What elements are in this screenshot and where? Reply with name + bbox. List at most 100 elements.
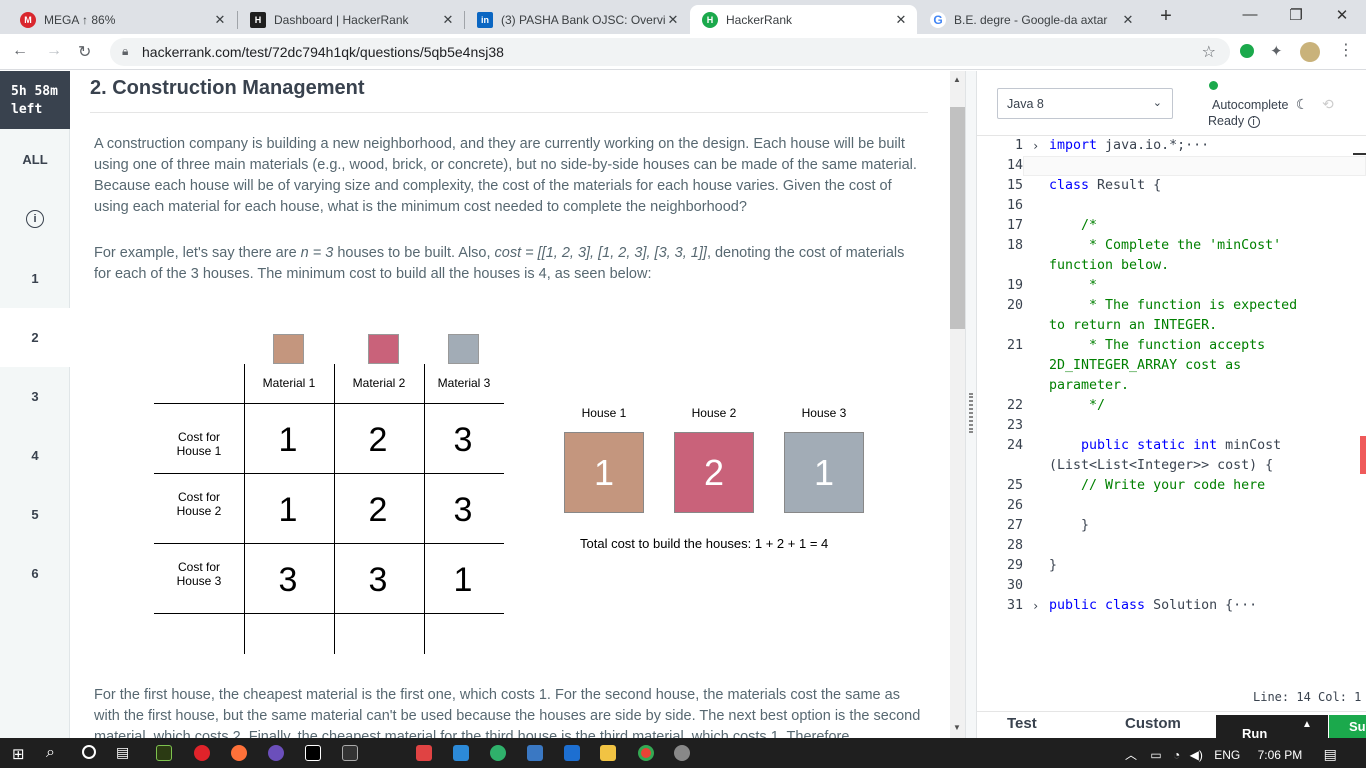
app-icon[interactable] <box>490 745 506 761</box>
info-icon[interactable]: i <box>0 189 70 248</box>
cost-cell: 3 <box>368 561 388 599</box>
nav-question-4[interactable]: 4 <box>0 426 70 485</box>
file-explorer-icon[interactable] <box>600 745 616 761</box>
new-tab-button[interactable]: + <box>1146 5 1186 28</box>
code-line[interactable]: 25 // Write your code here <box>977 476 1366 496</box>
code-line[interactable]: 15 class Result { <box>977 176 1366 196</box>
code-line[interactable]: to return an INTEGER. <box>977 316 1366 336</box>
explanation-paragraph: For the first house, the cheapest materi… <box>94 687 921 739</box>
chevron-up-icon[interactable]: ︿ <box>1125 748 1137 762</box>
search-icon[interactable]: ⌕ <box>46 744 55 762</box>
code-line[interactable]: 20 * The function is expected <box>977 296 1366 316</box>
close-icon[interactable]: ✕ <box>440 12 456 28</box>
nav-question-3[interactable]: 3 <box>0 367 70 426</box>
clock[interactable]: 7:06 PM <box>1258 748 1303 762</box>
app-icon[interactable] <box>564 745 580 761</box>
code-line[interactable]: 17 /* <box>977 216 1366 236</box>
fold-chevron-icon[interactable]: › <box>1032 136 1039 156</box>
volume-icon[interactable]: ◀︎) <box>1190 748 1203 762</box>
browser-tab[interactable]: G B.E. degre - Google-da axtar ✕ <box>918 5 1144 34</box>
intellij-icon[interactable] <box>305 745 321 761</box>
app-icon[interactable] <box>674 745 690 761</box>
code-line[interactable]: 23 <box>977 416 1366 436</box>
material-header: Material 2 <box>352 376 406 390</box>
chevron-up-icon[interactable]: ▲ <box>1302 719 1312 730</box>
code-line[interactable]: 28 <box>977 536 1366 556</box>
browser-tab-active[interactable]: H HackerRank ✕ <box>690 5 917 34</box>
code-line[interactable]: 26 <box>977 496 1366 516</box>
browser-tab[interactable]: in (3) PASHA Bank OJSC: Overview ✕ <box>465 5 689 34</box>
restore-button[interactable]: ❐ <box>1276 6 1316 24</box>
menu-dots-icon[interactable]: ⋮ <box>1338 40 1354 60</box>
url-field[interactable]: 🔒︎ hackerrank.com/test/72dc794h1qk/quest… <box>110 38 1230 66</box>
nav-question-2[interactable]: 2 <box>0 308 70 367</box>
puzzle-icon[interactable]: ✦ <box>1270 42 1283 60</box>
code-line[interactable]: 1 › import java.io.*;··· <box>977 136 1366 156</box>
browser-tab[interactable]: M MEGA ↑ 86% ✕ <box>8 5 236 34</box>
code-line[interactable]: 14 <box>977 156 1366 176</box>
app-icon[interactable] <box>268 745 284 761</box>
language-indicator[interactable]: ENG <box>1214 748 1240 762</box>
scroll-down-icon[interactable]: ▼ <box>953 723 961 732</box>
notification-icon[interactable]: ▤ <box>1324 746 1337 762</box>
code-line[interactable]: 18 * Complete the 'minCost' <box>977 236 1366 256</box>
vscode-icon[interactable] <box>453 745 469 761</box>
code-line[interactable]: 27 } <box>977 516 1366 536</box>
scroll-up-icon[interactable]: ▲ <box>953 75 961 84</box>
close-icon[interactable]: ✕ <box>665 12 681 28</box>
terminal-icon[interactable] <box>342 745 358 761</box>
back-arrow-icon[interactable]: ← <box>12 42 28 60</box>
code-line[interactable]: 30 <box>977 576 1366 596</box>
task-view-icon[interactable]: ▤ <box>116 744 129 761</box>
code-line[interactable]: 29} <box>977 556 1366 576</box>
battery-icon[interactable]: ▭ <box>1150 748 1161 762</box>
code-line[interactable]: function below. <box>977 256 1366 276</box>
code-line[interactable]: 16 <box>977 196 1366 216</box>
browser-tab[interactable]: H Dashboard | HackerRank ✕ <box>238 5 464 34</box>
code-line[interactable]: 21 * The function accepts <box>977 336 1366 356</box>
code-line[interactable]: 31 › public class Solution {··· <box>977 596 1366 616</box>
code-line[interactable]: (List<List<Integer>> cost) { <box>977 456 1366 476</box>
code-line[interactable]: 2D_INTEGER_ARRAY cost as <box>977 356 1366 376</box>
code-line[interactable]: 19 * <box>977 276 1366 296</box>
close-window-button[interactable]: ✕ <box>1322 6 1362 24</box>
scrollbar-thumb[interactable] <box>950 107 965 329</box>
firefox-icon[interactable] <box>231 745 247 761</box>
star-icon[interactable]: ☆ <box>1202 42 1216 62</box>
nav-question-5[interactable]: 5 <box>0 485 70 544</box>
cortana-icon[interactable] <box>82 745 96 759</box>
dreamweaver-icon[interactable] <box>156 745 172 761</box>
language-select[interactable]: Java 8 ⌄ <box>997 88 1173 119</box>
close-icon[interactable]: ✕ <box>212 12 228 28</box>
nav-question-1[interactable]: 1 <box>0 249 70 308</box>
close-icon[interactable]: ✕ <box>1120 12 1136 28</box>
minimize-button[interactable]: — <box>1230 6 1270 23</box>
pane-resize-handle[interactable] <box>965 71 977 739</box>
reload-icon[interactable]: ↻ <box>78 42 91 62</box>
windows-start-icon[interactable]: ⊞ <box>12 745 25 763</box>
nav-all[interactable]: ALL <box>0 130 70 189</box>
forward-arrow-icon[interactable]: → <box>46 42 62 60</box>
row-label: Cost for House 3 <box>176 560 222 588</box>
content-scrollbar[interactable]: ▲ ▼ <box>950 71 965 739</box>
opera-icon[interactable] <box>194 745 210 761</box>
history-icon[interactable]: ⟲ <box>1322 96 1334 112</box>
code-line[interactable]: parameter. <box>977 376 1366 396</box>
wifi-icon[interactable]: ◔ <box>1173 748 1180 762</box>
close-icon[interactable]: ✕ <box>893 12 909 28</box>
custom-tab[interactable]: Custom <box>1125 715 1181 732</box>
nav-question-6[interactable]: 6 <box>0 544 70 603</box>
code-area[interactable]: 1 › import java.io.*;··· 14 15 class Result {… <box>977 135 1366 683</box>
cost-cell: 3 <box>278 561 298 599</box>
autocomplete-toggle[interactable]: Autocomplete ☾ ⟲ <box>1212 96 1334 113</box>
app-icon[interactable] <box>527 745 543 761</box>
test-tab[interactable]: Test <box>1007 715 1037 732</box>
moon-icon[interactable]: ☾ <box>1296 96 1309 112</box>
code-line[interactable]: 22 */ <box>977 396 1366 416</box>
code-line[interactable]: 24 public static int minCost <box>977 436 1366 456</box>
avatar[interactable] <box>1300 42 1320 62</box>
chrome-icon[interactable] <box>638 745 654 761</box>
app-icon[interactable] <box>416 745 432 761</box>
fold-chevron-icon[interactable]: › <box>1032 596 1039 616</box>
extension-icon[interactable] <box>1240 44 1254 58</box>
